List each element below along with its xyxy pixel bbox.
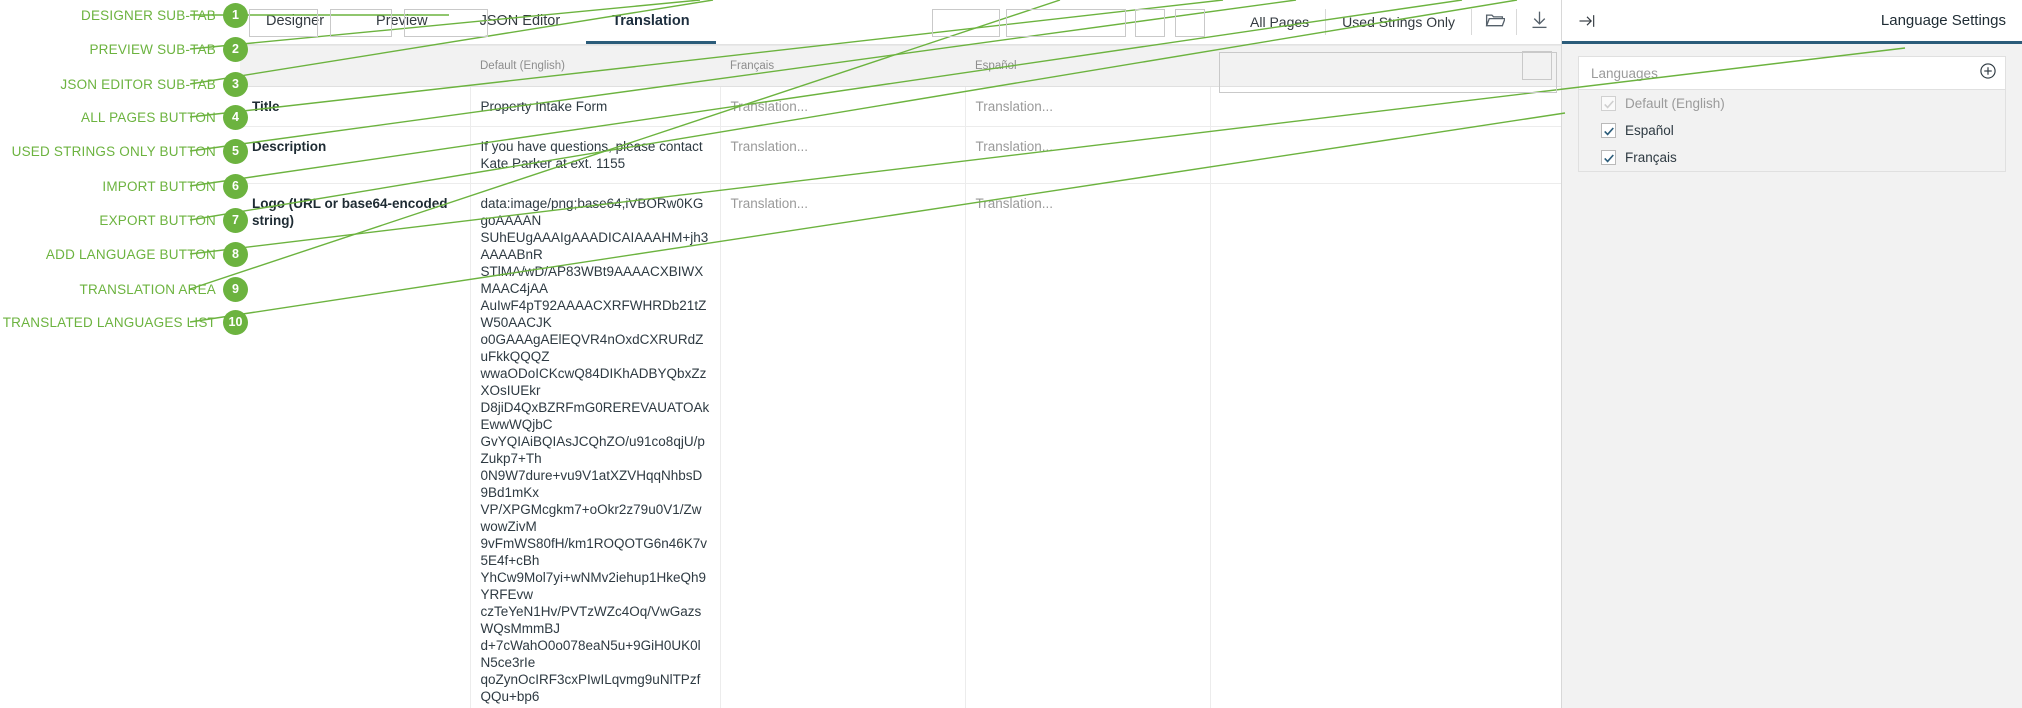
annotation-2-label: PREVIEW SUB-TAB (89, 41, 216, 57)
translation-table: Default (English) Français Español Title… (240, 45, 1561, 708)
used-strings-only-label: Used Strings Only (1342, 14, 1455, 30)
languages-search-input[interactable] (1579, 57, 1973, 89)
translation-pane: Designer Preview JSON Editor Translation… (240, 0, 1562, 708)
checkbox-icon[interactable] (1601, 123, 1616, 138)
annotation-4: ALL PAGES BUTTON 4 (0, 104, 248, 130)
table-header-row: Default (English) Français Español (240, 45, 1561, 87)
annotation-1-label: DESIGNER SUB-TAB (81, 7, 216, 23)
language-list-item-label: Français (1625, 150, 1677, 165)
logo-base64-value: data:image/png;base64,iVBORw0KGgoAAAAN S… (480, 196, 710, 708)
language-settings-panel: Language Settings Languages Default (Eng… (1562, 0, 2022, 708)
tab-translation[interactable]: Translation (586, 0, 716, 44)
annotation-4-label: ALL PAGES BUTTON (81, 109, 216, 125)
language-settings-header: Language Settings (1562, 0, 2022, 44)
collapse-right-icon[interactable] (1568, 2, 1606, 40)
annotation-5: USED STRINGS ONLY BUTTON 5 (0, 138, 248, 164)
column-header-francais: Français (720, 45, 965, 87)
checkbox-icon (1601, 96, 1616, 111)
export-button[interactable] (1517, 0, 1561, 44)
annotation-10-label: TRANSLATED LANGUAGES LIST (2, 314, 216, 330)
language-settings-title: Language Settings (1880, 12, 2006, 29)
tab-preview[interactable]: Preview (350, 0, 454, 44)
row-key-title: Title (240, 86, 470, 127)
language-settings-body: Default (English) Español Français (1562, 44, 2022, 708)
annotation-7: EXPORT BUTTON 7 (0, 207, 248, 233)
row-key-logo: Logo (URL or base64-encoded string) (240, 183, 470, 708)
row-default-description: If you have questions, please contact Ka… (469, 126, 720, 184)
annotation-3: JSON EDITOR SUB-TAB 3 (0, 71, 248, 97)
row-key-description: Description (240, 126, 470, 184)
annotation-8: ADD LANGUAGE BUTTON 8 (0, 241, 248, 267)
annotation-9-label: TRANSLATION AREA (79, 281, 216, 297)
row-default-title: Property Intake Form (469, 86, 720, 127)
annotation-8-label: ADD LANGUAGE BUTTON (45, 246, 216, 262)
row-default-logo: data:image/png;base64,iVBORw0KGgoAAAAN S… (469, 183, 720, 708)
annotation-5-label: USED STRINGS ONLY BUTTON (11, 143, 216, 159)
languages-panel: Default (English) Español Français (1578, 56, 2006, 172)
row-francais-description[interactable]: Translation... (719, 126, 965, 184)
row-pad-logo (1209, 183, 1561, 708)
row-pad-description (1209, 126, 1561, 184)
column-header-key (240, 45, 470, 87)
column-header-espanol: Español (965, 45, 1210, 87)
tabbar-spacer (716, 0, 1234, 44)
annotation-10: TRANSLATED LANGUAGES LIST 10 (0, 309, 248, 335)
table-row: Description If you have questions, pleas… (240, 126, 1561, 184)
table-row: Logo (URL or base64-encoded string) data… (240, 183, 1561, 708)
all-pages-label: All Pages (1250, 14, 1310, 30)
folder-open-icon (1484, 9, 1506, 35)
row-francais-title[interactable]: Translation... (719, 86, 965, 127)
annotation-7-label: EXPORT BUTTON (99, 212, 216, 228)
annotation-6: IMPORT BUTTON 6 (0, 173, 248, 199)
tab-json-editor-label: JSON Editor (479, 12, 561, 29)
annotation-9: TRANSLATION AREA 9 (0, 276, 248, 302)
language-list-item: Default (English) (1579, 90, 2005, 117)
plus-circle-icon (1978, 61, 1998, 86)
table-row: Title Property Intake Form Translation..… (240, 86, 1561, 127)
application-window: Designer Preview JSON Editor Translation… (240, 0, 2022, 708)
language-list-item[interactable]: Español (1579, 117, 2005, 144)
annotation-3-label: JSON EDITOR SUB-TAB (60, 76, 216, 92)
row-francais-logo[interactable]: Translation... (719, 183, 965, 708)
row-espanol-description[interactable]: Translation... (964, 126, 1210, 184)
download-icon (1529, 9, 1550, 35)
sub-tab-bar: Designer Preview JSON Editor Translation… (240, 0, 1561, 45)
tab-json-editor[interactable]: JSON Editor (454, 0, 587, 44)
row-espanol-logo[interactable]: Translation... (964, 183, 1210, 708)
language-list-item-label: Default (English) (1625, 96, 1725, 111)
tab-preview-label: Preview (376, 12, 428, 29)
used-strings-only-button[interactable]: Used Strings Only (1326, 0, 1471, 44)
add-language-button[interactable] (1973, 58, 2003, 88)
column-header-pad (1210, 45, 1561, 87)
annotation-1: DESIGNER SUB-TAB 1 (0, 2, 248, 28)
annotation-2: PREVIEW SUB-TAB 2 (0, 36, 248, 62)
row-espanol-title[interactable]: Translation... (964, 86, 1210, 127)
tab-designer[interactable]: Designer (240, 0, 350, 44)
column-header-default: Default (English) (470, 45, 720, 87)
all-pages-button[interactable]: All Pages (1234, 0, 1325, 44)
languages-search-row (1578, 56, 2006, 90)
language-list-item-label: Español (1625, 123, 1674, 138)
row-pad-title (1209, 86, 1561, 127)
language-list-item[interactable]: Français (1579, 144, 2005, 171)
translation-toolbar: All Pages Used Strings Only (1234, 0, 1561, 44)
import-button[interactable] (1472, 0, 1516, 44)
translated-languages-list: Default (English) Español Français (1578, 90, 2006, 172)
tab-designer-label: Designer (266, 12, 325, 29)
tab-translation-label: Translation (612, 12, 690, 29)
annotation-6-label: IMPORT BUTTON (102, 178, 216, 194)
checkbox-icon[interactable] (1601, 150, 1616, 165)
